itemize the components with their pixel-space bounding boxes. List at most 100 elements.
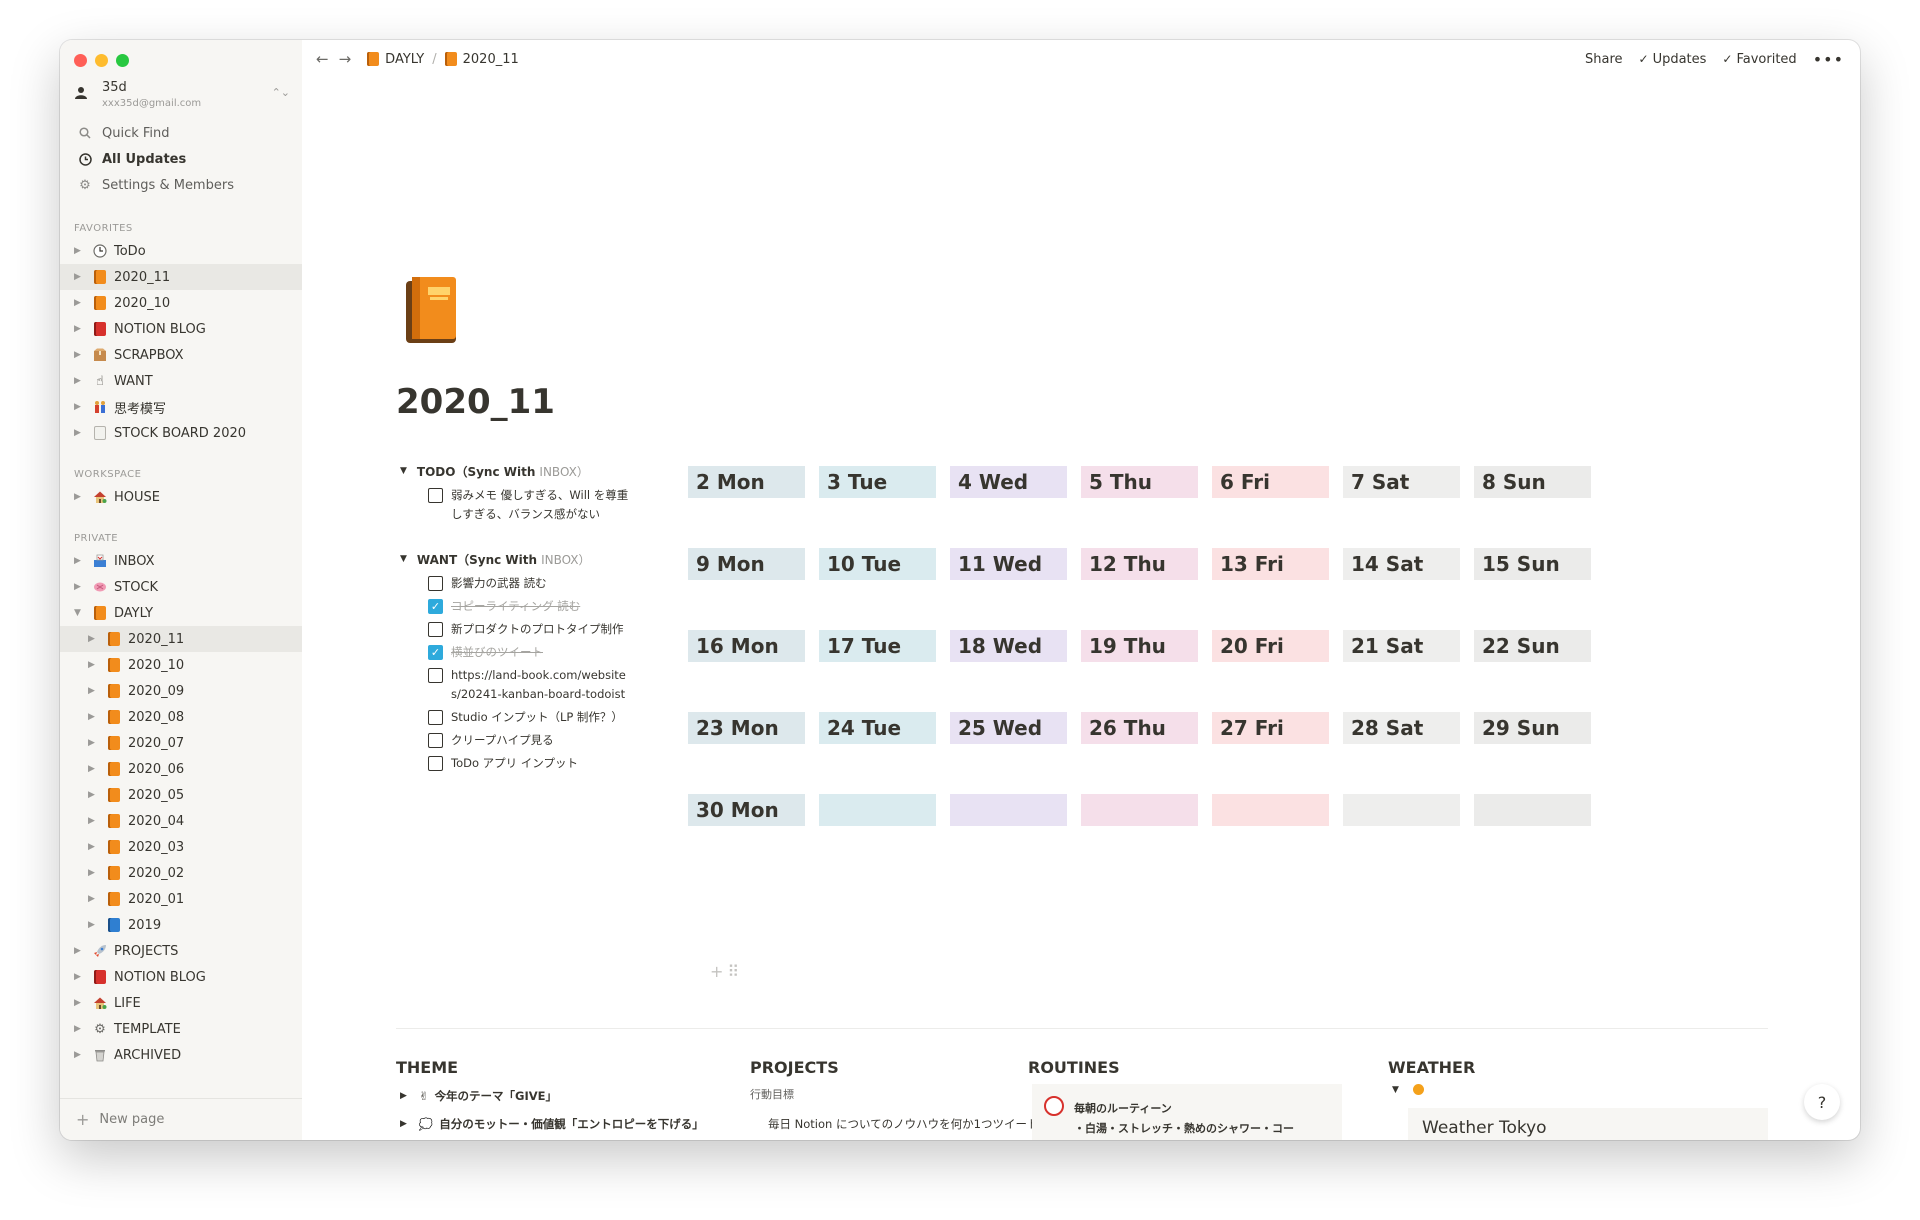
calendar-day-cell[interactable]: 25 Wed — [950, 712, 1067, 744]
expand-arrow-icon[interactable]: ▶ — [88, 894, 100, 904]
calendar-empty-cell[interactable] — [1212, 794, 1329, 826]
weather-widget[interactable]: Weather Tokyo — [1408, 1108, 1768, 1140]
calendar-day-cell[interactable]: 18 Wed — [950, 630, 1067, 662]
orange-book-icon[interactable] — [402, 275, 460, 345]
sidebar-item-dayly-2020-07[interactable]: ▶ 2020_07 — [60, 730, 302, 756]
todo-text[interactable]: 弱みメモ 優しすぎる、Will を尊重しすぎる、バランス感がない — [451, 486, 630, 524]
expand-arrow-icon[interactable]: ▶ — [74, 582, 86, 592]
expand-arrow-icon[interactable]: ▶ — [74, 998, 86, 1008]
calendar-day-cell[interactable]: 8 Sun — [1474, 466, 1591, 498]
sidebar-item-shikou-mosha[interactable]: ▶ 思考模写 — [60, 394, 302, 420]
collapse-arrow-icon[interactable]: ▼ — [74, 608, 86, 618]
sidebar-item-template[interactable]: ▶ ⚙ TEMPLATE — [60, 1016, 302, 1042]
want-text[interactable]: クリープハイプ見る — [451, 731, 554, 750]
expand-arrow-icon[interactable]: ▶ — [74, 946, 86, 956]
expand-arrow-icon[interactable]: ▶ — [88, 660, 100, 670]
sidebar-item-dayly-2020-01[interactable]: ▶ 2020_01 — [60, 886, 302, 912]
calendar-day-cell[interactable]: 11 Wed — [950, 548, 1067, 580]
todo-inbox-link[interactable]: INBOX） — [539, 463, 588, 480]
want-text[interactable]: Studio インプット（LP 制作？） — [451, 708, 623, 727]
calendar-day-cell[interactable]: 7 Sat — [1343, 466, 1460, 498]
calendar-day-cell[interactable]: 21 Sat — [1343, 630, 1460, 662]
calendar-day-cell[interactable]: 19 Thu — [1081, 630, 1198, 662]
expand-arrow-icon[interactable]: ▶ — [74, 350, 86, 360]
want-text[interactable]: コピーライティング 読む — [451, 597, 580, 616]
calendar-day-cell[interactable]: 26 Thu — [1081, 712, 1198, 744]
toggle-arrow-icon[interactable]: ▶ — [400, 1119, 407, 1129]
expand-arrow-icon[interactable]: ▶ — [88, 634, 100, 644]
expand-arrow-icon[interactable]: ▶ — [74, 272, 86, 282]
want-checkbox[interactable] — [428, 622, 443, 637]
want-toggle[interactable]: ▼ WANT（Sync With INBOX） — [400, 548, 630, 570]
want-text[interactable]: 横並びのツイート — [451, 643, 543, 662]
add-block-handle-icon[interactable]: +⠿ — [710, 962, 743, 981]
sidebar-item-stock-board-2020[interactable]: ▶ STOCK BOARD 2020 — [60, 420, 302, 446]
calendar-day-cell[interactable]: 2 Mon — [688, 466, 805, 498]
calendar-day-cell[interactable]: 29 Sun — [1474, 712, 1591, 744]
sidebar-item-dayly-2020-04[interactable]: ▶ 2020_04 — [60, 808, 302, 834]
sidebar-item-dayly-2020-06[interactable]: ▶ 2020_06 — [60, 756, 302, 782]
quick-find-button[interactable]: Quick Find — [60, 120, 302, 146]
sidebar-item-life[interactable]: ▶ LIFE — [60, 990, 302, 1016]
sidebar-item-2020-10[interactable]: ▶ 2020_10 — [60, 290, 302, 316]
expand-arrow-icon[interactable]: ▶ — [88, 738, 100, 748]
sidebar-item-dayly-2020-05[interactable]: ▶ 2020_05 — [60, 782, 302, 808]
toggle-arrow-icon[interactable]: ▶ — [400, 1091, 407, 1101]
sidebar-item-todo[interactable]: ▶ ToDo — [60, 238, 302, 264]
sidebar-item-stock[interactable]: ▶ STOCK — [60, 574, 302, 600]
expand-arrow-icon[interactable]: ▶ — [74, 402, 86, 412]
calendar-empty-cell[interactable] — [950, 794, 1067, 826]
forward-arrow-icon[interactable]: → — [339, 50, 352, 68]
sidebar-item-dayly-2020-03[interactable]: ▶ 2020_03 — [60, 834, 302, 860]
new-page-button[interactable]: + New page — [60, 1098, 302, 1140]
expand-arrow-icon[interactable]: ▶ — [74, 376, 86, 386]
routine-callout[interactable]: 毎朝のルーティーン ・白湯・ストレッチ・熱めのシャワー・コー — [1032, 1084, 1342, 1140]
share-button[interactable]: Share — [1585, 52, 1623, 67]
sidebar-item-dayly-2020-09[interactable]: ▶ 2020_09 — [60, 678, 302, 704]
weather-toggle[interactable]: ▼ — [1392, 1084, 1424, 1095]
sidebar-item-dayly-2020-11[interactable]: ▶ 2020_11 — [60, 626, 302, 652]
sidebar-item-projects[interactable]: ▶ PROJECTS — [60, 938, 302, 964]
breadcrumb-2020-11[interactable]: 2020_11 — [463, 52, 519, 67]
expand-arrow-icon[interactable]: ▶ — [88, 920, 100, 930]
sidebar-item-notion-blog-private[interactable]: ▶ NOTION BLOG — [60, 964, 302, 990]
calendar-day-cell[interactable]: 15 Sun — [1474, 548, 1591, 580]
calendar-day-cell[interactable]: 27 Fri — [1212, 712, 1329, 744]
calendar-day-cell[interactable]: 5 Thu — [1081, 466, 1198, 498]
calendar-day-cell[interactable]: 17 Tue — [819, 630, 936, 662]
calendar-day-cell[interactable]: 23 Mon — [688, 712, 805, 744]
calendar-day-cell[interactable]: 24 Tue — [819, 712, 936, 744]
expand-arrow-icon[interactable]: ▶ — [74, 246, 86, 256]
want-checkbox[interactable] — [428, 733, 443, 748]
all-updates-button[interactable]: All Updates — [60, 146, 302, 172]
want-checkbox[interactable] — [428, 710, 443, 725]
want-text[interactable]: 影響力の武器 読む — [451, 574, 547, 593]
calendar-empty-cell[interactable] — [1343, 794, 1460, 826]
expand-arrow-icon[interactable]: ▶ — [74, 428, 86, 438]
theme-toggle-item[interactable]: ▶ ✌ 今年のテーマ「GIVE」 — [400, 1082, 720, 1110]
zoom-window-button[interactable] — [116, 54, 129, 67]
theme-toggle-item[interactable]: ▶ 💭 自分のモットー・価値観「エントロピーを下げる」 — [400, 1110, 720, 1138]
favorited-button[interactable]: ✓ Favorited — [1722, 52, 1796, 67]
sidebar-item-inbox[interactable]: ▶ INBOX — [60, 548, 302, 574]
sidebar-item-want[interactable]: ▶ ☝ WANT — [60, 368, 302, 394]
want-checkbox-checked[interactable]: ✓ — [428, 645, 443, 660]
expand-arrow-icon[interactable]: ▶ — [88, 868, 100, 878]
calendar-empty-cell[interactable] — [1474, 794, 1591, 826]
calendar-day-cell[interactable]: 14 Sat — [1343, 548, 1460, 580]
page-title[interactable]: 2020_11 — [396, 382, 555, 422]
expand-arrow-icon[interactable]: ▶ — [88, 686, 100, 696]
expand-arrow-icon[interactable]: ▶ — [74, 1024, 86, 1034]
expand-arrow-icon[interactable]: ▶ — [88, 790, 100, 800]
todo-toggle[interactable]: ▼ TODO（Sync With INBOX） — [400, 460, 630, 482]
expand-arrow-icon[interactable]: ▶ — [74, 972, 86, 982]
want-checkbox[interactable] — [428, 668, 443, 683]
toggle-arrow-icon[interactable]: ▼ — [400, 554, 407, 564]
calendar-day-cell[interactable]: 4 Wed — [950, 466, 1067, 498]
want-checkbox-checked[interactable]: ✓ — [428, 599, 443, 614]
want-inbox-link[interactable]: INBOX） — [541, 551, 590, 568]
calendar-day-cell[interactable]: 6 Fri — [1212, 466, 1329, 498]
want-text[interactable]: 新プロダクトのプロトタイプ制作 — [451, 620, 624, 639]
expand-arrow-icon[interactable]: ▶ — [88, 842, 100, 852]
expand-arrow-icon[interactable]: ▶ — [74, 556, 86, 566]
